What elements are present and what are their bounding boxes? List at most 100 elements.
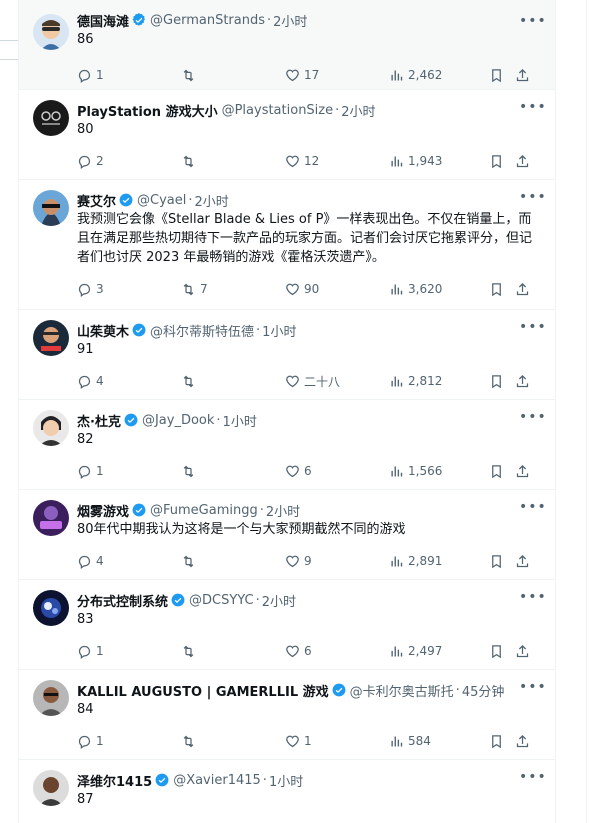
avatar[interactable] [33, 500, 69, 536]
more-options-icon[interactable]: ••• [519, 190, 546, 210]
bookmark-button[interactable] [489, 282, 515, 297]
views-button[interactable]: 2,891 [389, 554, 489, 569]
reply-button[interactable]: 4 [77, 554, 181, 569]
retweet-button[interactable] [181, 154, 285, 169]
like-button[interactable]: 6 [285, 464, 389, 479]
author-name[interactable]: 烟雾游戏 [77, 501, 129, 520]
tweet[interactable]: ••• PlayStation 游戏大小 @PlaystationSize · … [19, 90, 555, 180]
timestamp[interactable]: 2小时 [262, 591, 296, 610]
share-button[interactable] [515, 282, 535, 297]
author-handle[interactable]: @科尔蒂斯特伍德 [150, 321, 254, 340]
share-button[interactable] [515, 734, 535, 749]
more-options-icon[interactable]: ••• [519, 100, 546, 120]
avatar[interactable] [33, 320, 69, 356]
bookmark-button[interactable] [489, 734, 515, 749]
reply-button[interactable]: 2 [77, 154, 181, 169]
retweet-button[interactable] [181, 554, 285, 569]
bookmark-button[interactable] [489, 374, 515, 389]
reply-button[interactable]: 1 [77, 734, 181, 749]
more-options-icon[interactable]: ••• [519, 680, 546, 700]
avatar[interactable] [33, 590, 69, 626]
avatar[interactable] [33, 680, 69, 716]
author-handle[interactable]: @Xavier1415 [173, 773, 261, 788]
tweet[interactable]: ••• 分布式控制系统 @DCSYYC · 2小时 83 1 6 2,497 [19, 580, 555, 670]
share-button[interactable] [515, 464, 535, 479]
views-button[interactable]: 2,462 [389, 68, 489, 83]
share-button[interactable] [515, 68, 535, 83]
reply-button[interactable]: 1 [77, 464, 181, 479]
timestamp[interactable]: 45分钟 [462, 681, 505, 700]
views-button[interactable]: 3,620 [389, 282, 489, 297]
bookmark-button[interactable] [489, 644, 515, 659]
reply-button[interactable]: 4 [77, 374, 181, 389]
avatar[interactable] [33, 770, 69, 806]
avatar[interactable] [33, 410, 69, 446]
retweet-button[interactable]: 7 [181, 282, 285, 297]
author-name[interactable]: PlayStation 游戏大小 [77, 101, 218, 120]
timestamp[interactable]: 2小时 [341, 101, 375, 120]
author-name[interactable]: KALLIL AUGUSTO | GAMERLLIL 游戏 [77, 681, 329, 700]
retweet-button[interactable] [181, 734, 285, 749]
like-button[interactable]: 6 [285, 644, 389, 659]
share-button[interactable] [515, 554, 535, 569]
views-button[interactable]: 2,497 [389, 644, 489, 659]
share-button[interactable] [515, 644, 535, 659]
author-handle[interactable]: @FumeGamingg [150, 503, 258, 518]
tweet[interactable]: ••• KALLIL AUGUSTO | GAMERLLIL 游戏 @卡利尔奥古… [19, 670, 555, 760]
tweet[interactable]: ••• 赛艾尔 @Cyael · 2小时 我预测它会像《Stellar Blad… [19, 180, 555, 310]
timestamp[interactable]: 1小时 [262, 321, 296, 340]
author-handle[interactable]: @卡利尔奥古斯托 [350, 681, 454, 700]
bookmark-button[interactable] [489, 154, 515, 169]
avatar[interactable] [33, 14, 69, 50]
like-button[interactable]: 90 [285, 282, 389, 297]
timestamp[interactable]: 2小时 [266, 501, 300, 520]
author-name[interactable]: 山茱萸木 [77, 321, 129, 340]
author-handle[interactable]: @PlaystationSize [222, 103, 334, 118]
like-button[interactable]: 9 [285, 554, 389, 569]
avatar[interactable] [33, 100, 69, 136]
more-options-icon[interactable]: ••• [519, 590, 546, 610]
more-options-icon[interactable]: ••• [519, 14, 546, 34]
more-options-icon[interactable]: ••• [519, 320, 546, 340]
author-name[interactable]: 杰·杜克 [77, 411, 121, 430]
author-name[interactable]: 赛艾尔 [77, 191, 116, 210]
author-handle[interactable]: @Jay_Dook [142, 413, 214, 428]
bookmark-button[interactable] [489, 68, 515, 83]
timestamp[interactable]: 1小时 [223, 411, 257, 430]
author-handle[interactable]: @GermanStrands [150, 13, 265, 28]
timestamp[interactable]: 2小时 [195, 191, 229, 210]
more-options-icon[interactable]: ••• [519, 500, 546, 520]
like-button[interactable]: 17 [285, 68, 389, 83]
tweet[interactable]: ••• 杰·杜克 @Jay_Dook · 1小时 82 1 6 1,566 [19, 400, 555, 490]
retweet-button[interactable] [181, 374, 285, 389]
reply-button[interactable]: 1 [77, 68, 181, 83]
share-button[interactable] [515, 154, 535, 169]
author-name[interactable]: 分布式控制系统 [77, 591, 168, 610]
more-options-icon[interactable]: ••• [519, 770, 546, 790]
bookmark-button[interactable] [489, 464, 515, 479]
like-button[interactable]: 12 [285, 154, 389, 169]
author-handle[interactable]: @DCSYYC [189, 593, 254, 608]
views-button[interactable]: 1,566 [389, 464, 489, 479]
author-name[interactable]: 泽维尔1415 [77, 771, 152, 790]
reply-button[interactable]: 1 [77, 644, 181, 659]
more-options-icon[interactable]: ••• [519, 410, 546, 430]
tweet[interactable]: ••• 泽维尔1415 @Xavier1415 · 1小时 87 [19, 760, 555, 823]
author-handle[interactable]: @Cyael [137, 193, 186, 208]
avatar[interactable] [33, 190, 69, 226]
retweet-button[interactable] [181, 464, 285, 479]
timestamp[interactable]: 2小时 [273, 11, 307, 30]
bookmark-button[interactable] [489, 554, 515, 569]
retweet-button[interactable] [181, 644, 285, 659]
views-button[interactable]: 584 [389, 734, 489, 749]
author-name[interactable]: 德国海滩 [77, 11, 129, 30]
tweet[interactable]: ••• 烟雾游戏 @FumeGamingg · 2小时 80年代中期我认为这将是… [19, 490, 555, 580]
share-button[interactable] [515, 374, 535, 389]
timestamp[interactable]: 1小时 [269, 771, 303, 790]
retweet-button[interactable] [181, 68, 285, 83]
reply-button[interactable]: 3 [77, 282, 181, 297]
like-button[interactable]: 1 [285, 734, 389, 749]
views-button[interactable]: 1,943 [389, 154, 489, 169]
like-button[interactable]: 二十八 [285, 373, 389, 390]
views-button[interactable]: 2,812 [389, 374, 489, 389]
